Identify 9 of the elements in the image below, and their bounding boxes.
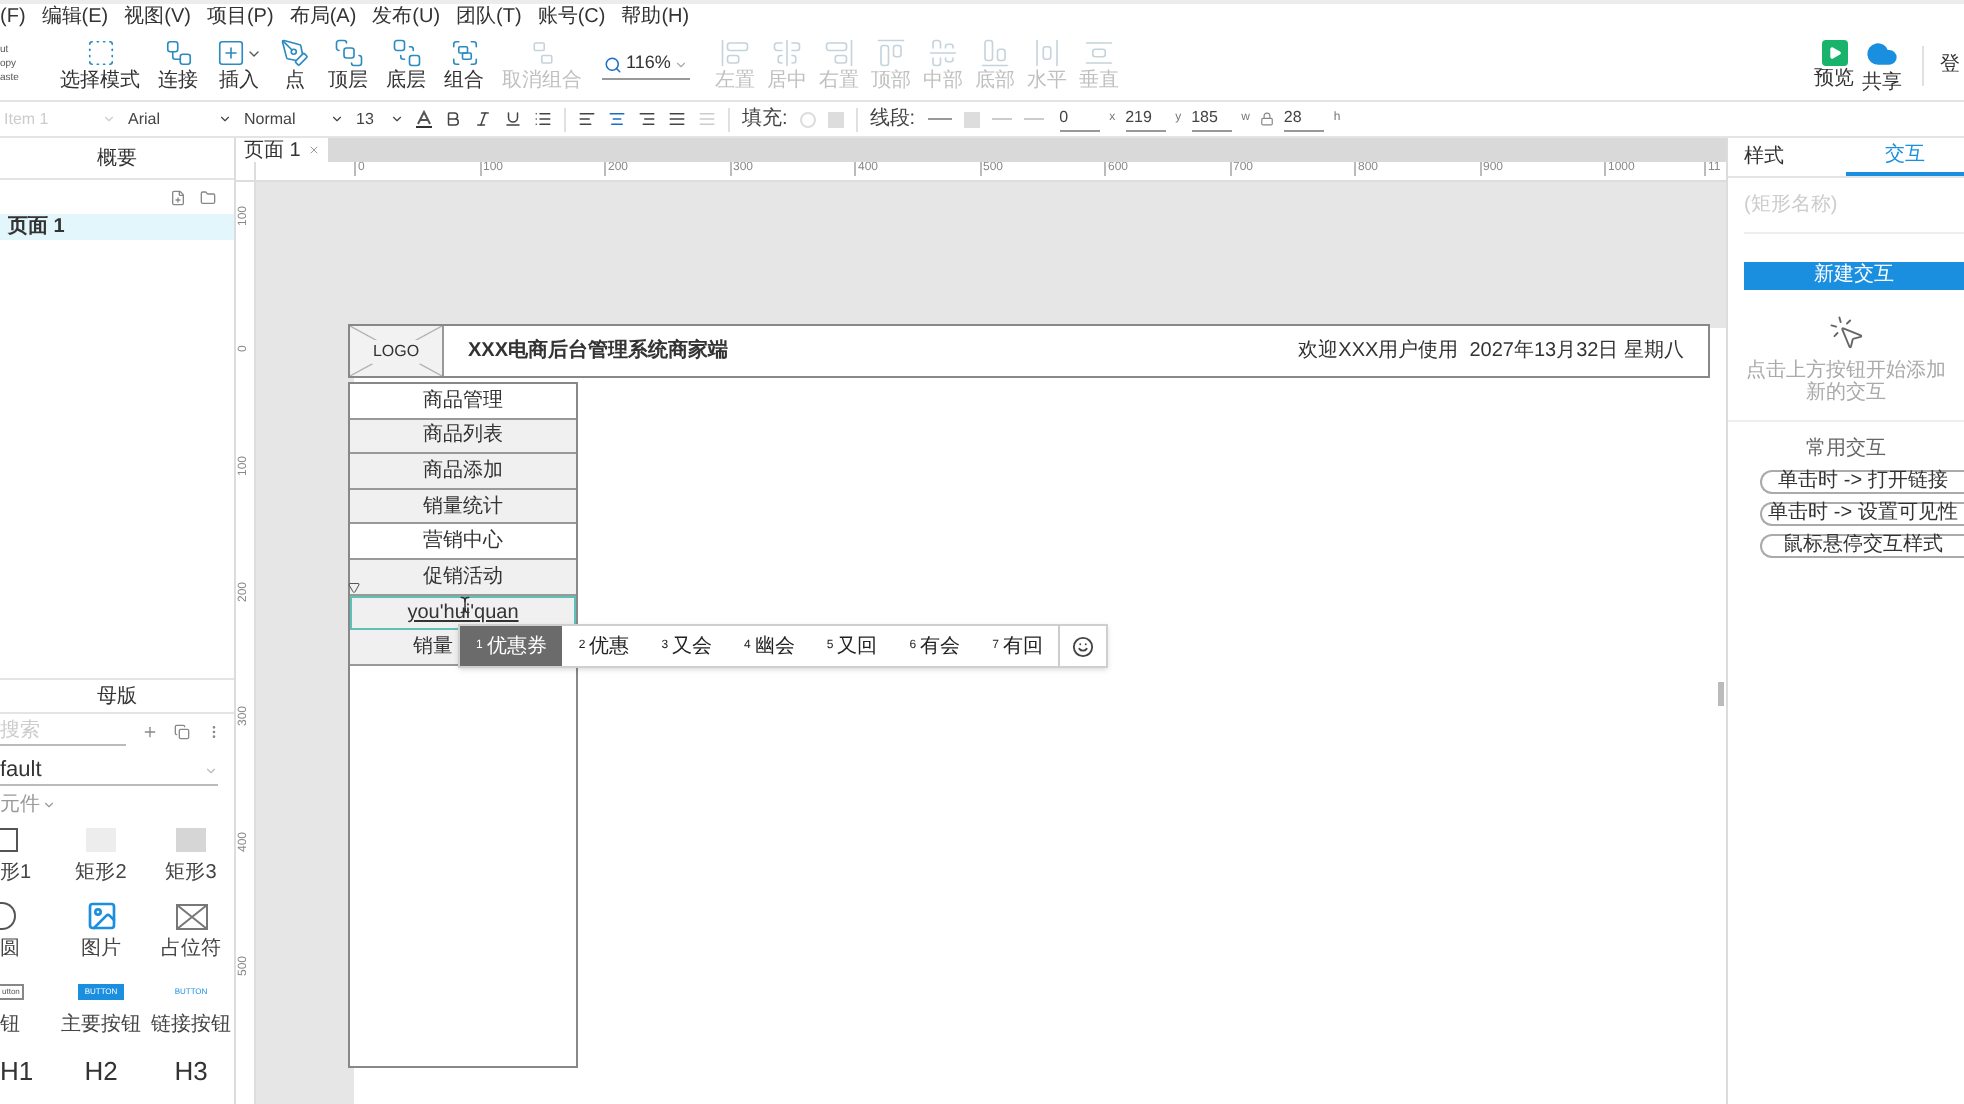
section-title: 常用交互 bbox=[1804, 435, 1888, 464]
fill-label: 填充: bbox=[742, 105, 788, 134]
panel-header: 概要 bbox=[0, 138, 234, 180]
line-label: 线段: bbox=[869, 105, 916, 134]
welcome-text: 欢迎XXX用户使用 2027年13月32日 星期八 bbox=[1298, 337, 1684, 366]
hint-text: 点击上方按钮开始添加新的交互 bbox=[1728, 360, 1964, 422]
logo-label: LOGO bbox=[372, 339, 420, 363]
panel-header: 母版 bbox=[0, 678, 234, 714]
system-title: XXX电商后台管理系统商家端 bbox=[468, 336, 729, 366]
